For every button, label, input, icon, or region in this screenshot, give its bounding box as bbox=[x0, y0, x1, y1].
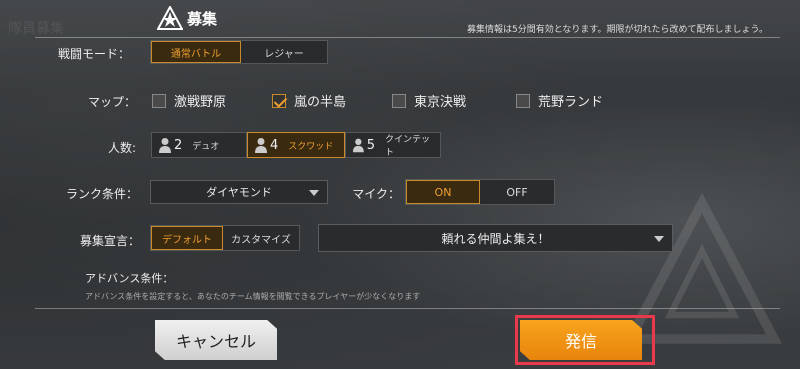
battle-mode-selector: 通常バトル レジャー bbox=[150, 40, 328, 64]
map-checkbox-2[interactable] bbox=[392, 93, 406, 108]
send-button[interactable]: 発信 bbox=[520, 320, 642, 360]
rank-value: ダイヤモンド bbox=[206, 186, 272, 199]
map-checkbox-0[interactable] bbox=[152, 93, 166, 108]
map-option-label: 東京決戦 bbox=[414, 95, 467, 110]
dialog-header: 募集 募集情報は5分間有効となります。期限が切れたら改めて配布しましょう。 bbox=[35, 0, 780, 38]
mic-option-off[interactable]: OFF bbox=[480, 180, 554, 204]
dialog-title: 募集 bbox=[187, 10, 218, 28]
advanced-conditions-description: アドバンス条件を設定すると、あなたのチーム情報を閲覧できるプレイヤーが少なくなり… bbox=[85, 292, 421, 301]
map-option-label: 荒野ランド bbox=[538, 95, 604, 110]
declaration-selector: デフォルト カスタマイズ bbox=[150, 225, 300, 251]
mic-selector: ON OFF bbox=[405, 179, 555, 205]
rank-label: ランク条件： bbox=[65, 187, 138, 201]
recruit-logo-icon bbox=[157, 6, 183, 30]
battle-mode-option-leisure[interactable]: レジャー bbox=[241, 41, 327, 63]
players-count: 5 bbox=[366, 137, 375, 153]
map-option-2[interactable]: 東京決戦 bbox=[392, 91, 466, 110]
players-name: スクワッド bbox=[288, 141, 334, 152]
footer-divider bbox=[35, 308, 780, 309]
map-label: マップ： bbox=[87, 95, 136, 109]
players-label: 人数: bbox=[107, 141, 136, 155]
person-icon bbox=[352, 138, 364, 153]
person-icon bbox=[159, 138, 171, 153]
mic-label: マイク： bbox=[352, 187, 400, 201]
players-name: デュオ bbox=[192, 141, 220, 152]
players-option-squad[interactable]: 4 スクワッド bbox=[247, 132, 345, 158]
players-count: 4 bbox=[270, 137, 279, 153]
validity-notice: 募集情報は5分間有効となります。期限が切れたら改めて配布しましょう。 bbox=[466, 25, 768, 35]
map-checkbox-3[interactable] bbox=[516, 93, 530, 108]
declaration-option-custom[interactable]: カスタマイズ bbox=[223, 226, 299, 250]
rank-dropdown[interactable]: ダイヤモンド bbox=[150, 180, 328, 204]
battle-mode-option-normal[interactable]: 通常バトル bbox=[151, 41, 241, 63]
map-checkbox-1[interactable] bbox=[272, 93, 286, 108]
map-option-1[interactable]: 嵐の半島 bbox=[272, 91, 346, 110]
declaration-label: 募集宣言： bbox=[79, 234, 140, 248]
declaration-option-default[interactable]: デフォルト bbox=[151, 226, 223, 250]
declaration-message-dropdown[interactable]: 頼れる仲間よ集え！ bbox=[318, 224, 673, 252]
mic-option-on[interactable]: ON bbox=[406, 180, 480, 204]
map-option-label: 嵐の半島 bbox=[294, 95, 347, 110]
players-option-quintet[interactable]: 5 クインテット bbox=[345, 132, 441, 158]
chevron-down-icon bbox=[654, 236, 664, 242]
map-option-0[interactable]: 激戦野原 bbox=[152, 91, 226, 110]
person-icon bbox=[255, 138, 267, 153]
cancel-button[interactable]: キャンセル bbox=[155, 320, 277, 360]
players-name: クインテット bbox=[384, 135, 430, 158]
advanced-conditions-title: アドバンス条件： bbox=[85, 272, 174, 285]
map-option-label: 激戦野原 bbox=[174, 95, 227, 110]
declaration-message: 頼れる仲間よ集え！ bbox=[441, 231, 550, 246]
chevron-down-icon bbox=[309, 190, 319, 196]
players-option-duo[interactable]: 2 デュオ bbox=[151, 132, 247, 158]
battle-mode-label: 戦闘モード： bbox=[57, 47, 130, 61]
players-selector: 2 デュオ 4 スクワッド 5 クインテット bbox=[151, 132, 441, 158]
players-count: 2 bbox=[174, 137, 183, 153]
map-option-3[interactable]: 荒野ランド bbox=[516, 91, 603, 110]
